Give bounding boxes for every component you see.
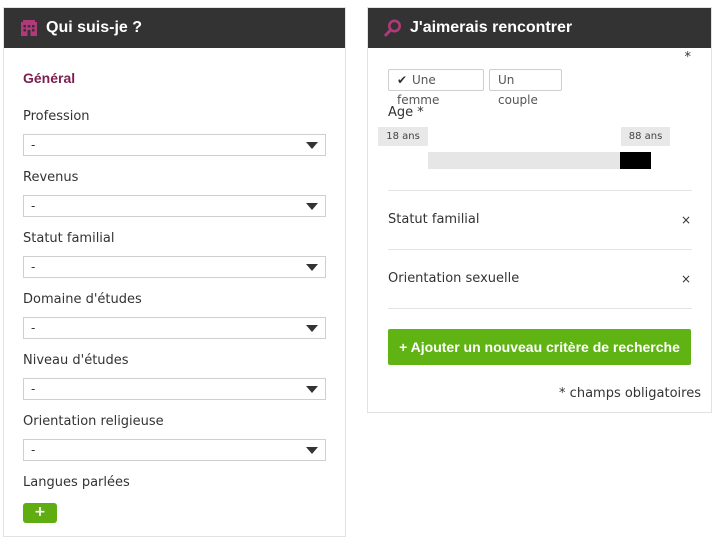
search-panel: J'aimerais rencontrer * ✔ Une femme Un co… bbox=[367, 7, 712, 413]
study-field-select[interactable]: - bbox=[23, 317, 326, 339]
search-panel-header: J'aimerais rencontrer bbox=[368, 8, 711, 48]
gender-option-couple[interactable]: Un couple bbox=[489, 69, 562, 107]
chevron-down-icon bbox=[306, 203, 318, 210]
income-select-value: - bbox=[31, 199, 36, 213]
criterion-marital-status: Statut familial bbox=[388, 212, 480, 227]
required-mark: * bbox=[684, 50, 692, 65]
marital-status-select[interactable]: - bbox=[23, 256, 326, 278]
languages-label: Langues parlées bbox=[23, 475, 130, 490]
required-fields-note: * champs obligatoires bbox=[559, 386, 701, 401]
study-level-select[interactable]: - bbox=[23, 378, 326, 400]
search-icon bbox=[384, 19, 402, 37]
age-slider-track[interactable] bbox=[428, 152, 651, 169]
add-search-criterion-button[interactable]: + Ajouter un nouveau critère de recherch… bbox=[388, 329, 691, 365]
profile-panel-header: Qui suis-je ? bbox=[4, 8, 345, 48]
chevron-down-icon bbox=[306, 447, 318, 454]
study-field-label: Domaine d'études bbox=[23, 292, 142, 307]
study-level-select-value: - bbox=[31, 382, 36, 396]
chevron-down-icon bbox=[306, 264, 318, 271]
religion-label: Orientation religieuse bbox=[23, 414, 164, 429]
divider bbox=[388, 249, 692, 250]
add-language-button[interactable]: + bbox=[23, 503, 57, 523]
age-max-tag: 88 ans bbox=[621, 127, 670, 146]
profile-panel-title: Qui suis-je ? bbox=[46, 19, 143, 36]
remove-criterion-marital-status-button[interactable]: × bbox=[681, 213, 691, 227]
religion-select[interactable]: - bbox=[23, 439, 326, 461]
gender-option-couple-label: Un couple bbox=[498, 73, 538, 107]
check-icon: ✔ bbox=[397, 73, 408, 87]
study-level-label: Niveau d'études bbox=[23, 353, 129, 368]
income-select[interactable]: - bbox=[23, 195, 326, 217]
remove-criterion-sexual-orientation-button[interactable]: × bbox=[681, 272, 691, 286]
building-icon bbox=[20, 19, 38, 37]
profession-select-value: - bbox=[31, 138, 36, 152]
age-label: Age * bbox=[388, 105, 424, 120]
age-slider-max-handle[interactable] bbox=[620, 152, 651, 169]
gender-option-woman[interactable]: ✔ Une femme bbox=[388, 69, 484, 107]
marital-status-label: Statut familial bbox=[23, 231, 115, 246]
divider bbox=[388, 190, 692, 191]
profile-panel: Qui suis-je ? Général Profession - Reven… bbox=[3, 7, 346, 537]
age-min-tag: 18 ans bbox=[378, 127, 428, 146]
chevron-down-icon bbox=[306, 386, 318, 393]
marital-status-select-value: - bbox=[31, 260, 36, 274]
chevron-down-icon bbox=[306, 142, 318, 149]
income-label: Revenus bbox=[23, 170, 79, 185]
criterion-sexual-orientation: Orientation sexuelle bbox=[388, 271, 520, 286]
profession-select[interactable]: - bbox=[23, 134, 326, 156]
chevron-down-icon bbox=[306, 325, 318, 332]
section-title-general: Général bbox=[23, 70, 76, 86]
profession-label: Profession bbox=[23, 109, 90, 124]
search-panel-title: J'aimerais rencontrer bbox=[410, 19, 573, 36]
divider bbox=[388, 308, 692, 309]
study-field-select-value: - bbox=[31, 321, 36, 335]
religion-select-value: - bbox=[31, 443, 36, 457]
